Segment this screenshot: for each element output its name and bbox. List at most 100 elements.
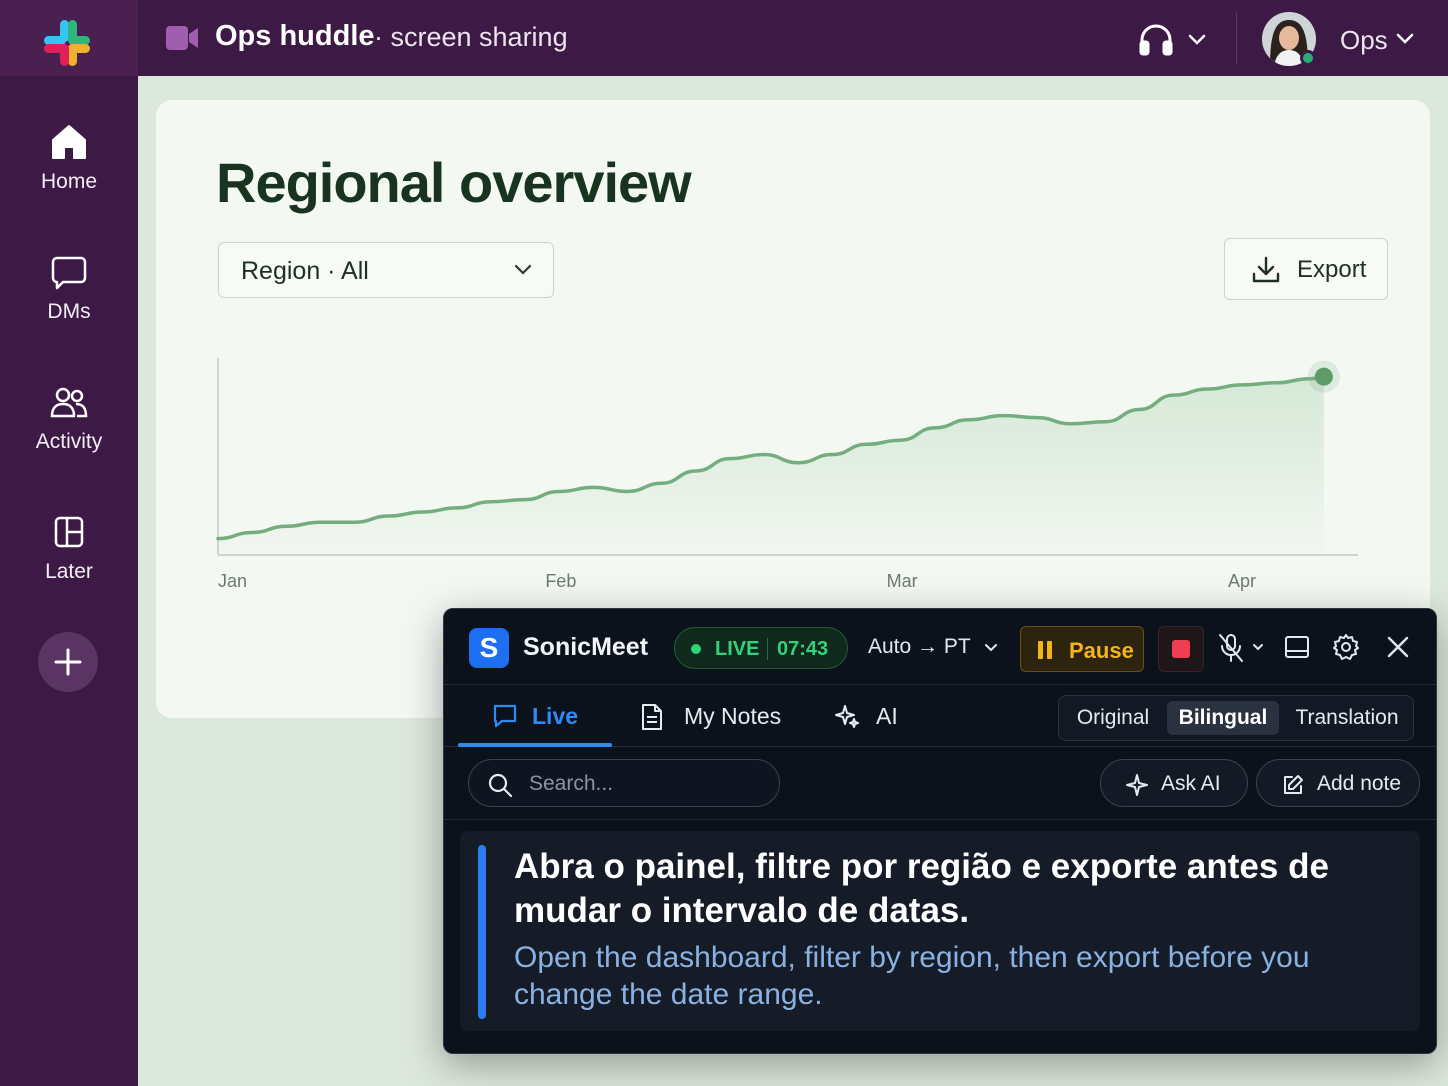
live-dot-icon	[691, 644, 701, 654]
sidebar-item-label: Later	[45, 560, 93, 583]
sidebar-item-label: DMs	[47, 300, 91, 323]
add-note-button[interactable]: Add note	[1256, 759, 1420, 807]
close-icon[interactable]	[1386, 633, 1410, 661]
x-tick-label: Mar	[887, 571, 918, 591]
data-point	[797, 461, 800, 464]
data-point	[1240, 383, 1243, 386]
huddle-title: Ops huddle	[215, 20, 375, 52]
tab-label: My Notes	[684, 703, 782, 729]
data-point	[592, 486, 595, 489]
data-point	[353, 521, 356, 524]
data-point	[899, 439, 902, 442]
view-mode-original[interactable]: Original	[1065, 701, 1161, 735]
minimize-panel-icon[interactable]	[1284, 633, 1310, 661]
chevron-down-icon	[1253, 644, 1263, 651]
export-button[interactable]: Export	[1224, 238, 1388, 300]
chevron-down-icon[interactable]	[984, 643, 998, 653]
data-point	[217, 537, 220, 540]
sidebar: Home DMs Activity Later	[0, 76, 138, 1086]
data-point	[1172, 394, 1175, 397]
workspace-logo-cell[interactable]	[0, 0, 138, 76]
data-point	[626, 490, 629, 493]
edit-note-icon	[1284, 775, 1303, 794]
data-point	[865, 443, 868, 446]
presence-indicator	[1300, 50, 1316, 66]
sidebar-item-activity[interactable]: Activity	[0, 382, 138, 482]
chevron-down-icon[interactable]	[1396, 32, 1414, 46]
data-point	[1070, 422, 1073, 425]
live-divider	[767, 638, 768, 660]
view-mode-bilingual[interactable]: Bilingual	[1167, 701, 1279, 735]
mic-off-icon	[1219, 634, 1243, 662]
data-point	[1002, 414, 1005, 417]
stop-icon	[1172, 640, 1190, 658]
add-button[interactable]	[38, 632, 98, 692]
tab-live[interactable]: Live	[492, 699, 602, 739]
region-select-value: Region · All	[241, 257, 369, 285]
tab-my-notes[interactable]: My Notes	[640, 699, 790, 739]
ask-ai-button[interactable]: Ask AI	[1100, 759, 1248, 807]
ask-ai-label: Ask AI	[1161, 772, 1221, 795]
sonicmeet-panel: S SonicMeet LIVE 07:43 Auto → PT Pause L…	[443, 608, 1437, 1054]
sidebar-item-home[interactable]: Home	[0, 122, 138, 222]
bookmark-panel-icon	[54, 516, 84, 548]
data-point	[524, 498, 527, 501]
tab-ai[interactable]: AI	[834, 699, 904, 739]
tab-label: AI	[876, 703, 898, 729]
headphones-icon	[1139, 24, 1173, 56]
data-point	[660, 482, 663, 485]
stop-recording-button[interactable]	[1158, 626, 1204, 672]
gear-icon[interactable]	[1332, 633, 1360, 661]
data-point	[933, 426, 936, 429]
active-tab-indicator	[458, 743, 612, 747]
pause-icon	[1038, 641, 1052, 659]
data-point	[1036, 416, 1039, 419]
data-point	[387, 515, 390, 518]
search-input[interactable]	[529, 769, 769, 799]
data-point	[1104, 420, 1107, 423]
download-icon	[1252, 256, 1280, 283]
sidebar-item-label: Home	[40, 170, 98, 193]
huddle-subtitle: · screen sharing	[374, 22, 568, 52]
caption-translation-text: Open the dashboard, filter by region, th…	[514, 941, 1310, 1011]
sidebar-item-dms[interactable]: DMs	[0, 252, 138, 352]
section-divider	[444, 819, 1436, 820]
view-mode-translation[interactable]: Translation	[1285, 701, 1409, 735]
data-point	[455, 506, 458, 509]
live-status-badge: LIVE 07:43	[674, 627, 848, 669]
data-point	[728, 457, 731, 460]
sparkle-icon	[1126, 774, 1148, 796]
chevron-down-icon	[1188, 34, 1206, 45]
mic-muted-button[interactable]	[1218, 633, 1264, 663]
data-point	[967, 418, 970, 421]
top-bar: Ops huddle · screen sharing Ops	[0, 0, 1448, 76]
language-select[interactable]: Auto → PT	[868, 635, 971, 659]
user-name[interactable]: Ops	[1340, 25, 1388, 56]
data-point	[285, 525, 288, 528]
people-icon	[50, 387, 88, 418]
x-tick-label: Jan	[218, 571, 247, 591]
caption-original-text: Abra o painel, filtre por região e expor…	[514, 847, 1329, 930]
data-point	[1206, 387, 1209, 390]
header-divider	[1236, 12, 1237, 64]
x-tick-label: Apr	[1228, 571, 1256, 591]
data-point	[490, 500, 493, 503]
live-label: LIVE	[715, 638, 760, 660]
data-point	[763, 453, 766, 456]
data-point	[558, 490, 561, 493]
region-select[interactable]: Region · All	[218, 242, 554, 298]
tab-label: Live	[532, 703, 579, 729]
message-icon	[51, 256, 87, 290]
search-icon	[488, 773, 513, 798]
video-camera-icon	[166, 26, 198, 50]
export-label: Export	[1297, 256, 1367, 283]
audio-settings-button[interactable]	[1138, 22, 1214, 58]
caption-accent-bar	[478, 845, 486, 1019]
data-point	[831, 453, 834, 456]
sidebar-item-label: Activity	[35, 430, 103, 453]
pause-button[interactable]: Pause	[1020, 626, 1144, 672]
chat-bubble-icon	[493, 704, 517, 728]
sonicmeet-brand: SonicMeet	[523, 633, 649, 661]
sidebar-item-later[interactable]: Later	[0, 512, 138, 612]
search-field[interactable]	[468, 759, 780, 807]
